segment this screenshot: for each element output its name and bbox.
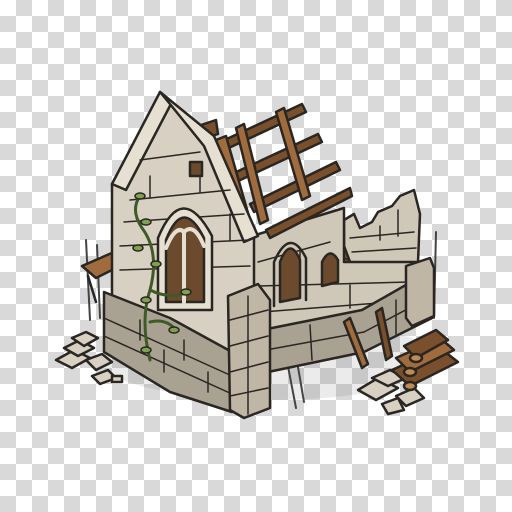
gable-small-window xyxy=(188,160,204,178)
corner-pillar xyxy=(226,282,272,420)
side-arched-window xyxy=(278,247,302,304)
right-corner-pillar xyxy=(404,256,436,328)
ruined-chapel-sprite xyxy=(54,90,460,420)
sprite-canvas xyxy=(0,0,512,512)
ruined-back-wall xyxy=(342,188,422,272)
broken-window xyxy=(320,252,340,288)
